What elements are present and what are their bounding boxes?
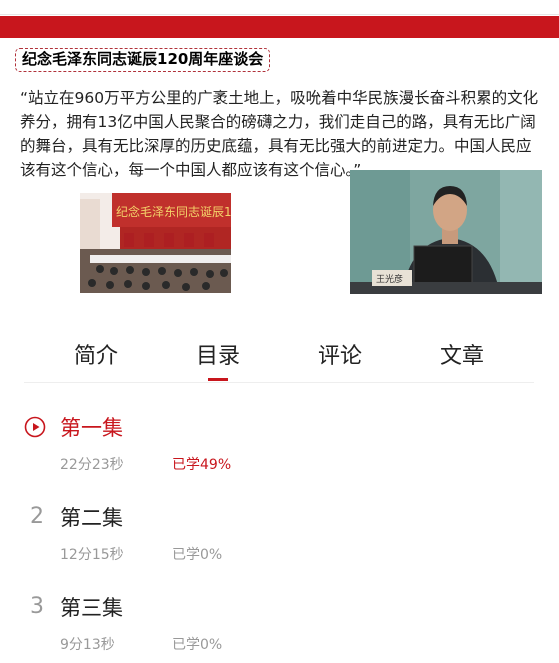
episode-progress: 已学0%	[172, 637, 223, 653]
episode-item[interactable]: 第一集 22分23秒 已学49%	[0, 402, 559, 482]
play-circle-icon[interactable]	[24, 416, 46, 438]
tab-intro[interactable]: 简介	[46, 338, 146, 370]
hall-banner-text: 纪念毛泽东同志诞辰120周年	[116, 204, 231, 219]
tabs-divider	[24, 382, 534, 383]
episode-progress: 已学49%	[172, 457, 232, 473]
speaker-photo: 王光彦	[350, 170, 542, 294]
episode-title: 第一集	[60, 416, 123, 440]
header-bar	[0, 16, 559, 38]
quote-text: “站立在960万平方公里的广袤土地上，吸吮着中华民族漫长奋斗积累的文化养分，拥有…	[20, 89, 539, 179]
episode-duration: 9分13秒	[60, 637, 115, 653]
speaker-nameplate: 王光彦	[376, 273, 403, 285]
tab-bar: 简介 目录 评论 文章	[0, 330, 559, 382]
tab-articles[interactable]: 文章	[412, 338, 512, 370]
page-title: 纪念毛泽东同志诞辰120周年座谈会	[15, 48, 271, 72]
episode-duration: 12分15秒	[60, 547, 124, 563]
tab-comments[interactable]: 评论	[290, 338, 390, 370]
episode-title: 第三集	[60, 596, 123, 620]
episode-progress: 已学0%	[172, 547, 223, 563]
episode-title: 第二集	[60, 506, 123, 530]
active-tab-indicator	[208, 378, 228, 381]
status-bar	[0, 0, 559, 15]
episode-number: 3	[30, 594, 44, 619]
episode-duration: 22分23秒	[60, 457, 124, 473]
episode-item[interactable]: 3 第三集 9分13秒 已学0%	[0, 582, 559, 662]
tab-catalog[interactable]: 目录	[168, 338, 268, 370]
episode-number: 2	[30, 504, 44, 529]
conference-hall-photo: 纪念毛泽东同志诞辰120周年	[80, 193, 231, 293]
episode-item[interactable]: 2 第二集 12分15秒 已学0%	[0, 492, 559, 572]
